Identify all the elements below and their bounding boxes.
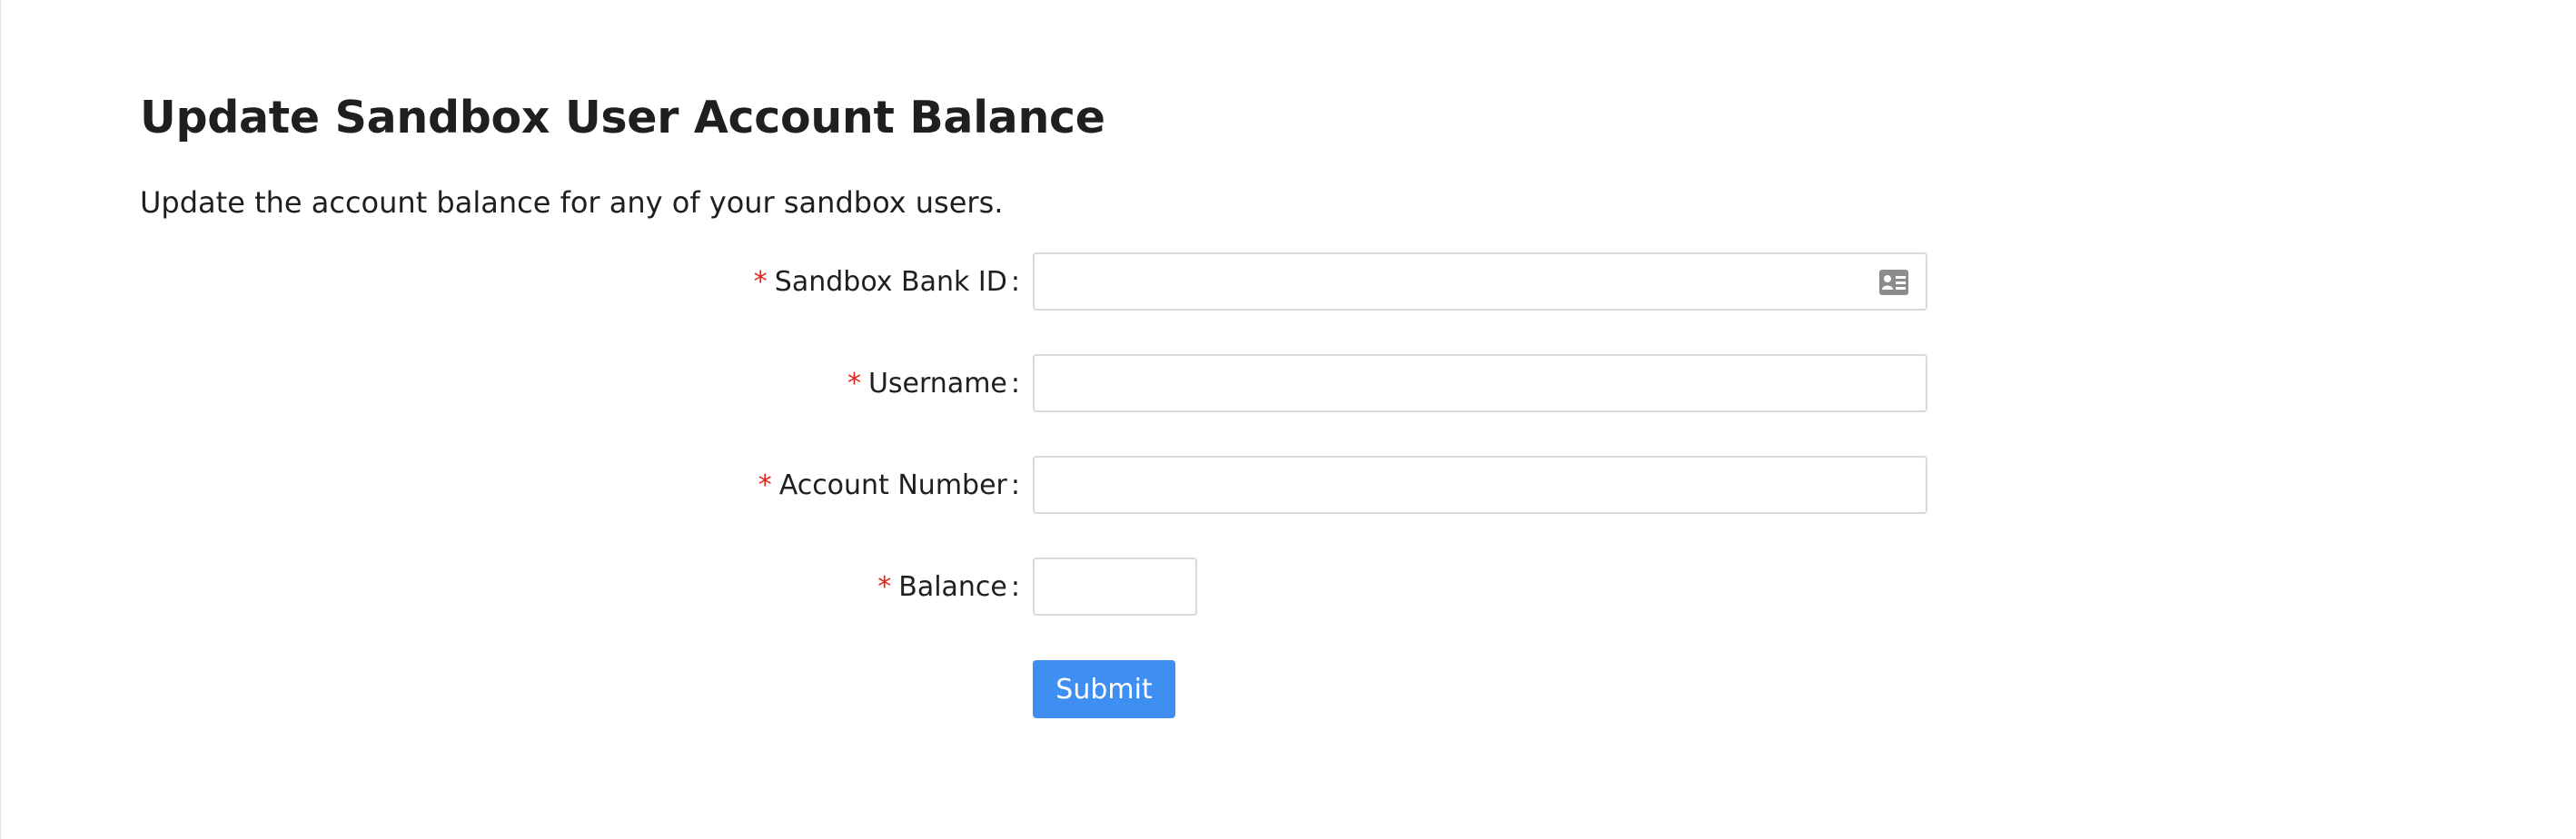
account-number-label-text: Account Number: [778, 469, 1007, 501]
required-marker: *: [758, 469, 772, 501]
balance-input[interactable]: [1035, 559, 1195, 614]
username-label: * Username :: [847, 354, 1020, 412]
page-description: Update the account balance for any of yo…: [140, 185, 1004, 220]
form-item-username: * Username :: [1, 354, 2576, 412]
form-item-balance: * Balance :: [1, 558, 2576, 616]
sandbox-bank-id-input[interactable]: [1035, 254, 1926, 309]
balance-label: * Balance :: [877, 558, 1020, 616]
username-label-text: Username: [867, 367, 1007, 400]
submit-button[interactable]: Submit: [1033, 660, 1175, 718]
label-colon: :: [1010, 367, 1020, 400]
required-marker: *: [877, 570, 892, 603]
username-field: [1033, 354, 1927, 412]
balance-label-text: Balance: [898, 570, 1007, 603]
form-item-account-number: * Account Number :: [1, 456, 2576, 514]
page-title: Update Sandbox User Account Balance: [140, 92, 1105, 143]
required-marker: *: [753, 265, 768, 298]
sandbox-bank-id-field: [1033, 252, 1927, 311]
label-colon: :: [1010, 570, 1020, 603]
id-card-icon[interactable]: [1878, 269, 1909, 296]
page: Update Sandbox User Account Balance Upda…: [0, 0, 2576, 839]
sandbox-bank-id-label: * Sandbox Bank ID :: [754, 252, 1020, 311]
label-colon: :: [1010, 265, 1020, 298]
account-number-input[interactable]: [1035, 458, 1926, 512]
form-item-sandbox-bank-id: * Sandbox Bank ID :: [1, 252, 2576, 311]
label-colon: :: [1010, 469, 1020, 501]
sandbox-bank-id-label-text: Sandbox Bank ID: [774, 265, 1007, 298]
balance-field: [1033, 558, 1197, 616]
required-marker: *: [847, 367, 861, 400]
username-input[interactable]: [1035, 356, 1926, 410]
account-number-label: * Account Number :: [758, 456, 1020, 514]
account-number-field: [1033, 456, 1927, 514]
